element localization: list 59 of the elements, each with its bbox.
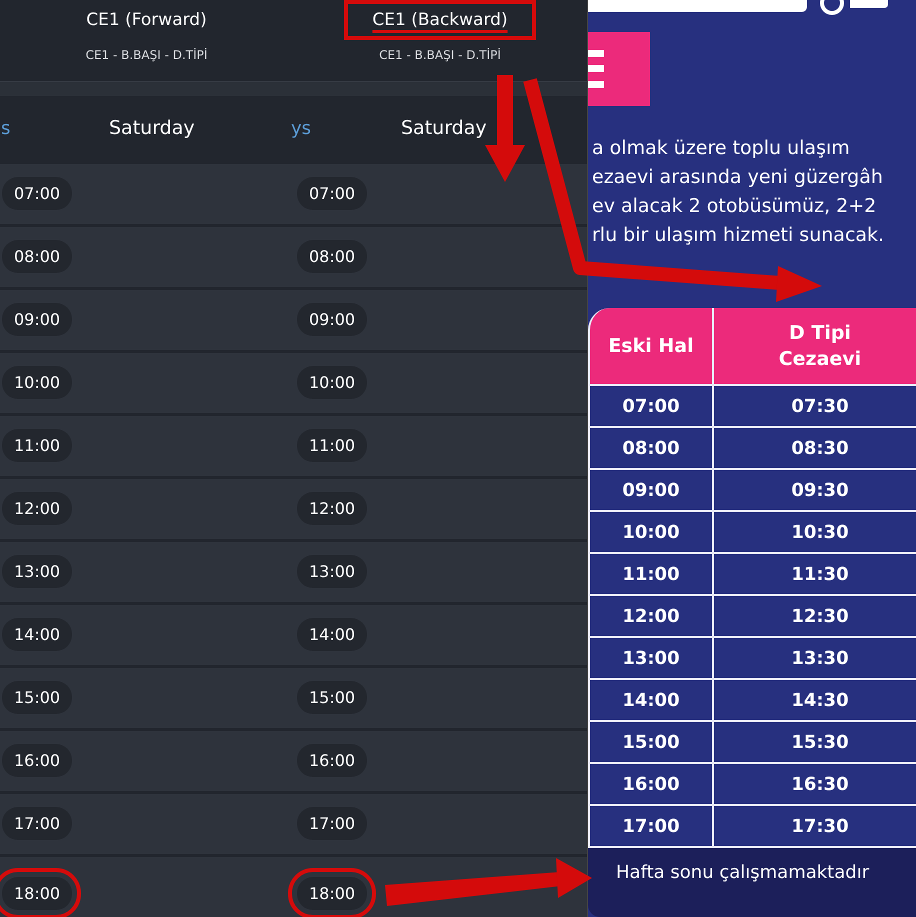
table-cell: 09:30	[714, 470, 916, 512]
route-subtitle: CE1 - B.BAŞI - D.TİPİ	[379, 48, 501, 62]
table-cell: 13:00	[588, 638, 714, 680]
route-title[interactable]: CE1 (Forward)	[82, 8, 211, 32]
announcement-text: rlu bir ulaşım hizmeti sunacak.	[592, 223, 886, 248]
time-chip[interactable]: 08:00	[2, 240, 72, 274]
footer-note: Hafta sonu çalışmamaktadır	[588, 848, 916, 917]
time-chip[interactable]: 09:00	[297, 303, 368, 336]
time-chip[interactable]: 11:00	[2, 429, 72, 462]
time-chip[interactable]: 16:00	[297, 744, 368, 778]
column-header: Eski Hal	[588, 308, 714, 386]
table-cell: 16:00	[588, 764, 714, 806]
day-tab[interactable]: ys	[291, 118, 347, 139]
table-cell: 10:00	[588, 512, 714, 554]
table-cell: 11:30	[714, 554, 916, 596]
announcement-text: ezaevi arasında yeni güzergâh	[592, 165, 884, 190]
table-cell: 14:30	[714, 680, 916, 722]
announcement-text: ev alacak 2 otobüsümüz, 2+2	[592, 194, 878, 219]
column-header: D Tipi Cezaevi	[714, 308, 916, 386]
time-chip[interactable]: 15:00	[297, 681, 368, 714]
time-chip[interactable]: 17:00	[2, 807, 72, 840]
route-subtitle: CE1 - B.BAŞI - D.TİPİ	[86, 48, 208, 62]
table-cell: 12:30	[714, 596, 916, 638]
time-chip[interactable]: 07:00	[2, 177, 72, 210]
table-cell: 15:00	[588, 722, 714, 764]
time-chip[interactable]: 07:00	[297, 177, 368, 210]
time-chip[interactable]: 10:00	[297, 366, 368, 400]
table-cell: 15:30	[714, 722, 916, 764]
time-chip[interactable]: 13:00	[2, 555, 72, 588]
time-chip[interactable]: 08:00	[297, 240, 368, 274]
table-cell: 16:30	[714, 764, 916, 806]
table-cell: 14:00	[588, 680, 714, 722]
time-chip[interactable]: 13:00	[297, 555, 368, 588]
time-chip[interactable]: 12:00	[2, 492, 72, 526]
time-chip[interactable]: 14:00	[297, 618, 368, 652]
table-cell: 08:00	[588, 428, 714, 470]
day-tab[interactable]: Saturday	[401, 117, 487, 140]
table-cell: 07:30	[714, 386, 916, 428]
time-chip[interactable]: 18:00	[2, 877, 72, 910]
day-tab[interactable]: s	[1, 118, 55, 139]
time-chip[interactable]: 09:00	[2, 303, 72, 336]
day-tab[interactable]: Saturday	[109, 117, 195, 140]
table-cell: 11:00	[588, 554, 714, 596]
time-chip[interactable]: 15:00	[2, 681, 72, 714]
time-chip[interactable]: 12:00	[297, 492, 368, 526]
route-title[interactable]: CE1 (Backward)	[344, 0, 536, 40]
table-cell: 12:00	[588, 596, 714, 638]
table-cell: 13:30	[714, 638, 916, 680]
time-chip[interactable]: 14:00	[2, 618, 72, 652]
time-chip[interactable]: 10:00	[2, 366, 72, 400]
table-cell: 09:00	[588, 470, 714, 512]
time-chip[interactable]: 17:00	[297, 807, 368, 840]
table-cell: 08:30	[714, 428, 916, 470]
time-chip[interactable]: 11:00	[297, 429, 368, 462]
time-chip[interactable]: 18:00	[297, 877, 368, 910]
table-cell: 07:00	[588, 386, 714, 428]
table-cell: 10:30	[714, 512, 916, 554]
time-chip[interactable]: 16:00	[2, 744, 72, 778]
announcement-text: a olmak üzere toplu ulaşım	[592, 136, 851, 161]
